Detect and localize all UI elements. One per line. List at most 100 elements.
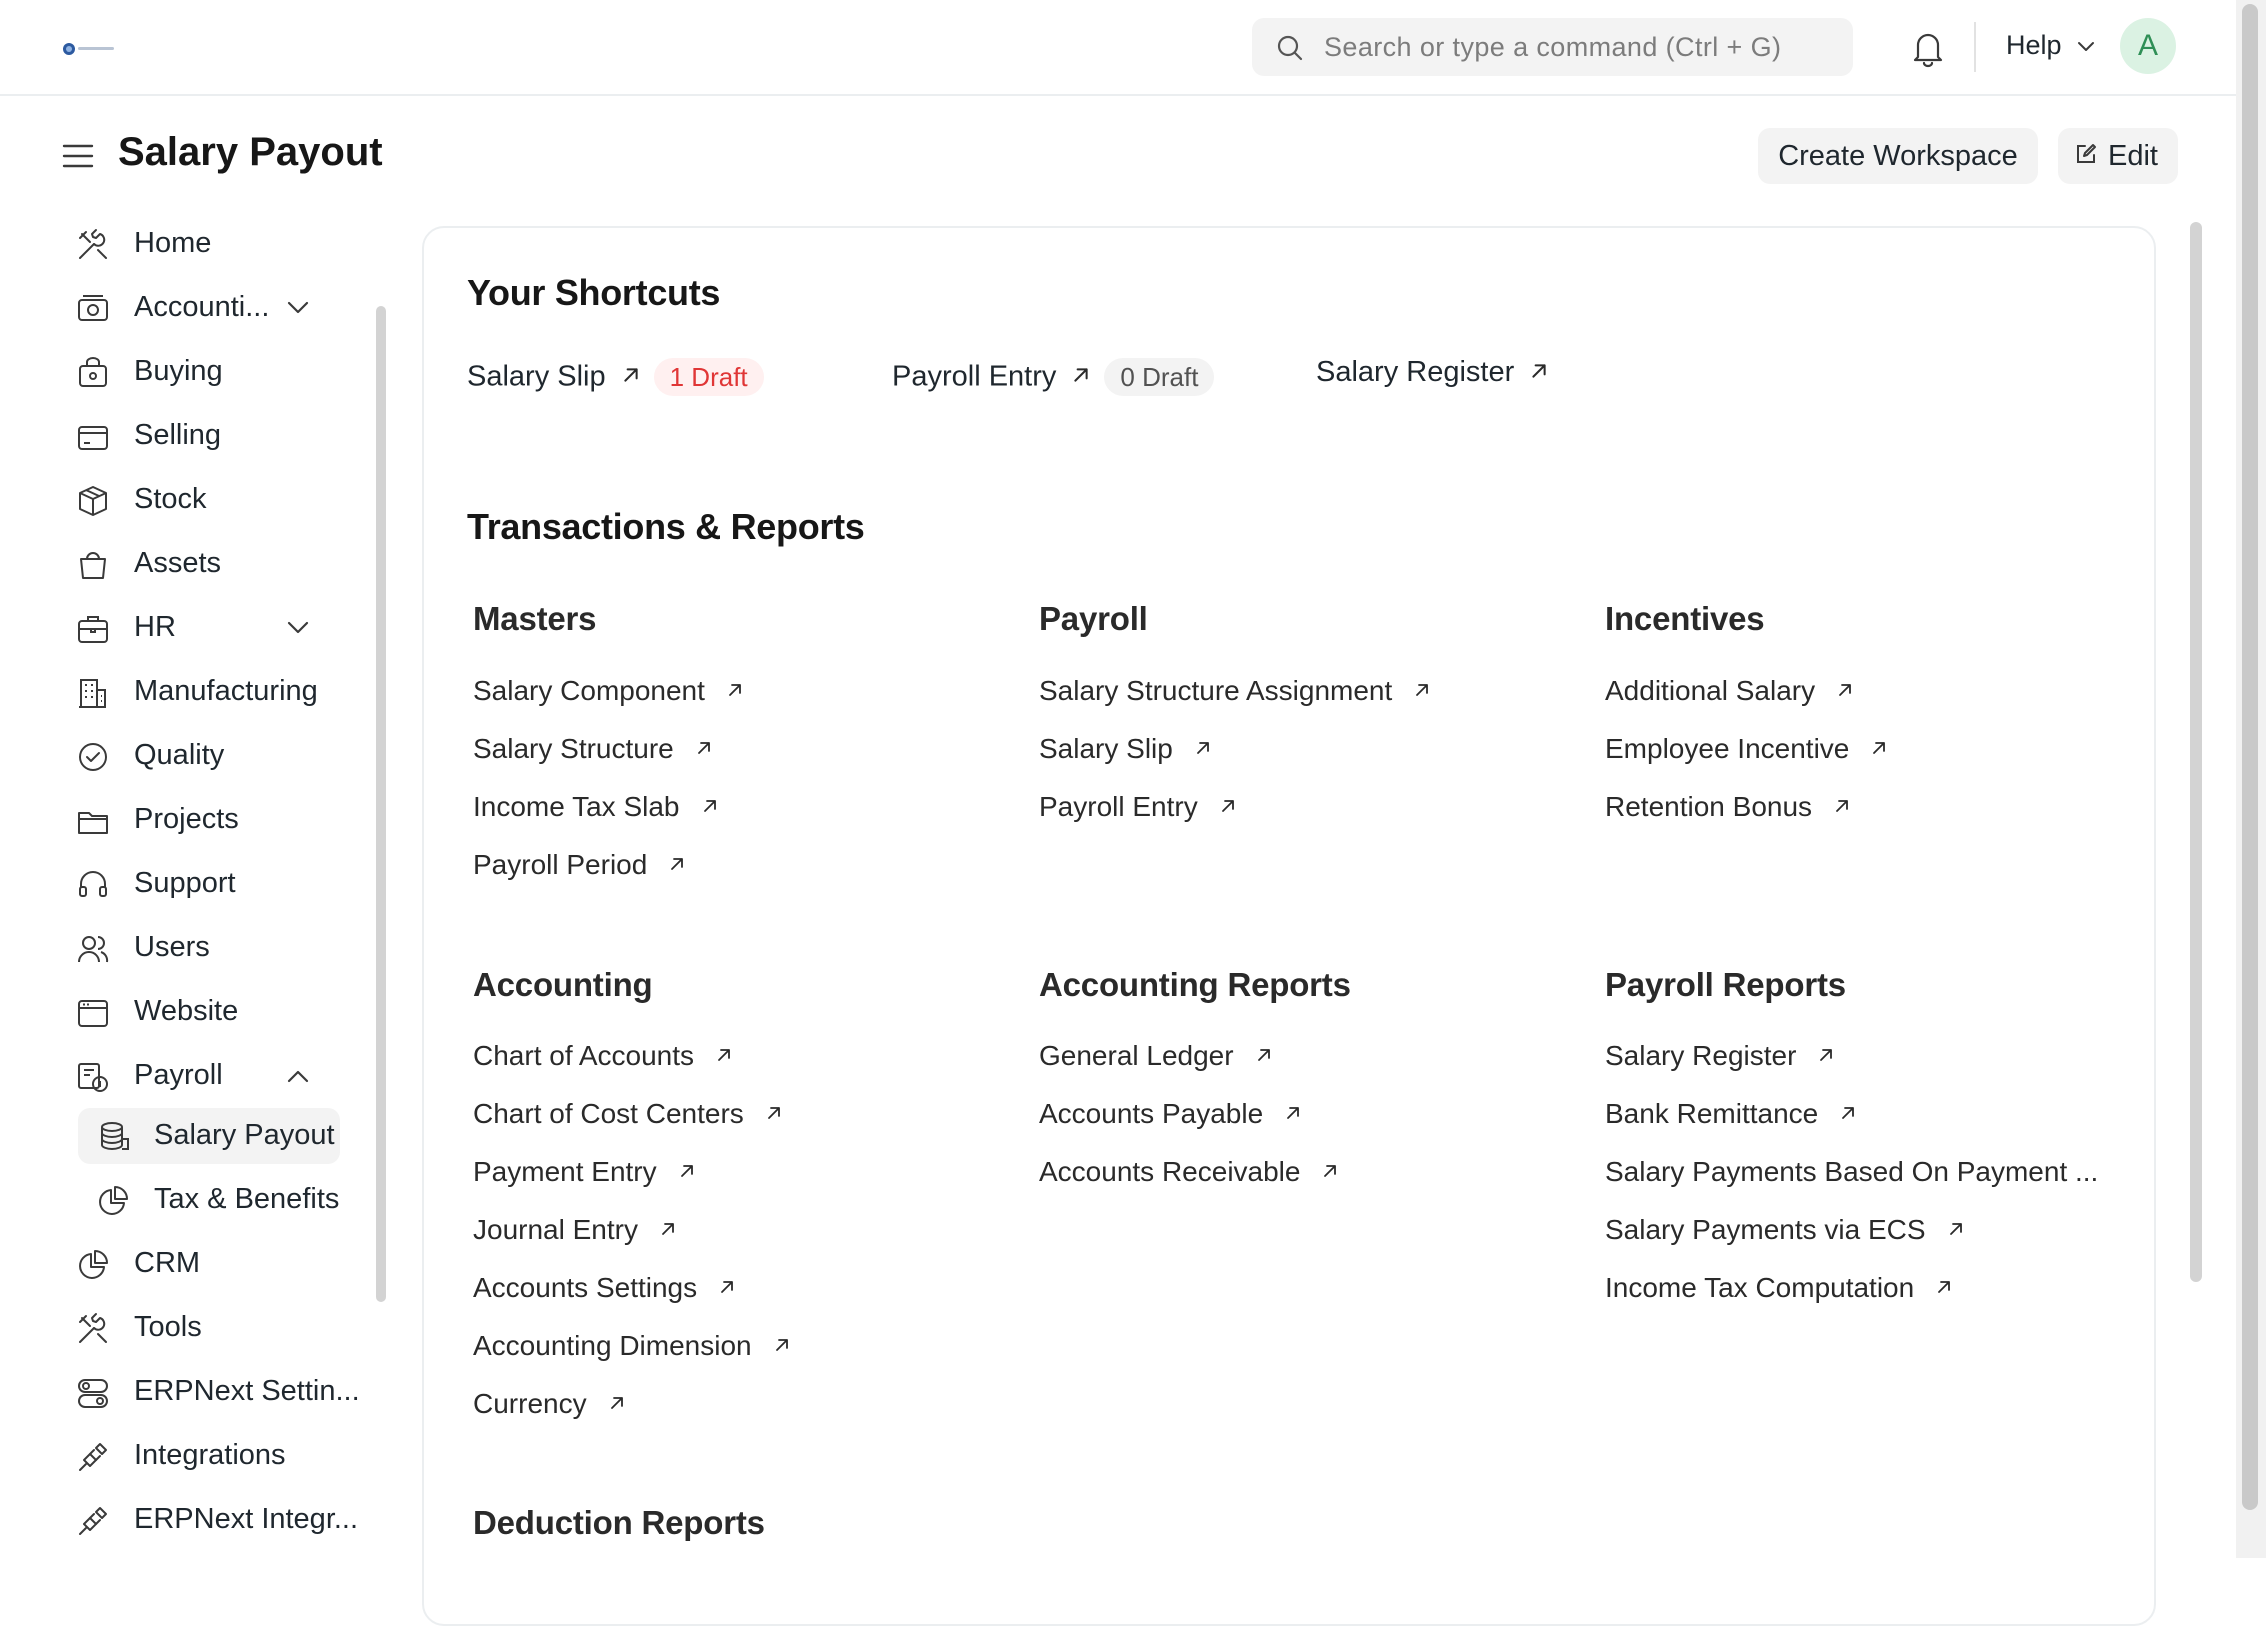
link-payment-entry[interactable]: Payment Entry — [473, 1156, 695, 1196]
arrow-up-right-icon — [719, 1279, 735, 1295]
arrow-up-right-icon — [679, 1163, 695, 1179]
crm-pie-icon — [76, 1248, 110, 1282]
link-label: Retention Bonus — [1605, 791, 1813, 822]
card-title-accounting: Accounting — [473, 966, 653, 1003]
sidebar-item-erpnext-integrations[interactable]: ERPNext Integr... — [62, 1492, 358, 1548]
link-label: Additional Salary — [1605, 675, 1816, 706]
link-label: Salary Payments via ECS — [1605, 1214, 1926, 1245]
sidebar-item-crm[interactable]: CRM — [62, 1236, 352, 1292]
create-workspace-button[interactable]: Create Workspace — [1758, 128, 2038, 184]
arrow-up-right-icon — [696, 740, 712, 756]
chevron-up-icon[interactable] — [286, 1068, 310, 1084]
link-employee-incentive[interactable]: Employee Incentive — [1605, 733, 1887, 773]
window-scrollbar-thumb[interactable] — [2242, 4, 2258, 1510]
sidebar-item-users[interactable]: Users — [62, 920, 352, 976]
notification-bell-icon[interactable] — [1910, 28, 1946, 68]
link-chart-of-accounts[interactable]: Chart of Accounts — [473, 1040, 732, 1080]
link-label: Employee Incentive — [1605, 733, 1850, 764]
app-logo[interactable] — [62, 40, 116, 58]
sidebar-item-erpnext-settings[interactable]: ERPNext Settin... — [62, 1364, 360, 1420]
link-retention-bonus[interactable]: Retention Bonus — [1605, 791, 1850, 831]
link-label: General Ledger — [1039, 1040, 1234, 1071]
chevron-down-icon[interactable] — [286, 300, 310, 316]
link-salary-payments-based-on-payment-mode[interactable]: Salary Payments Based On Payment ... — [1605, 1156, 2098, 1196]
sidebar-item-label: ERPNext Settin... — [134, 1375, 360, 1407]
sidebar-item-accounting[interactable]: Accounti... — [62, 280, 352, 336]
sidebar-toggle-icon[interactable] — [62, 140, 94, 172]
sidebar-item-label: Website — [134, 995, 239, 1027]
money-icon — [76, 292, 110, 326]
user-avatar[interactable]: A — [2120, 18, 2176, 74]
transactions-reports-heading: Transactions & Reports — [467, 506, 865, 547]
sidebar-item-home[interactable]: Home — [62, 216, 352, 272]
box-icon — [76, 484, 110, 518]
link-label: Salary Structure — [473, 733, 674, 764]
link-label: Salary Register — [1605, 1040, 1797, 1071]
link-bank-remittance[interactable]: Bank Remittance — [1605, 1098, 1856, 1138]
sidebar-item-payroll[interactable]: Payroll — [62, 1048, 352, 1104]
link-chart-of-cost-centers[interactable]: Chart of Cost Centers — [473, 1098, 782, 1138]
sidebar-item-integrations[interactable]: Integrations — [62, 1428, 352, 1484]
link-income-tax-slab[interactable]: Income Tax Slab — [473, 791, 718, 831]
shortcut-salary-register[interactable]: Salary Register — [1316, 356, 1548, 400]
sidebar-item-quality[interactable]: Quality — [62, 728, 352, 784]
shortcut-payroll-entry[interactable]: Payroll Entry 0 Draft — [892, 358, 1215, 402]
sidebar-item-label: HR — [134, 611, 176, 643]
sidebar-item-label: Stock — [134, 483, 207, 515]
arrow-up-right-icon — [622, 366, 640, 384]
chevron-down-icon[interactable] — [286, 620, 310, 636]
headset-icon — [76, 868, 110, 902]
link-general-ledger[interactable]: General Ledger — [1039, 1040, 1272, 1080]
arrow-up-right-icon — [1834, 798, 1850, 814]
arrow-up-right-icon — [1936, 1279, 1952, 1295]
sidebar-item-projects[interactable]: Projects — [62, 792, 352, 848]
arrow-up-right-icon — [1530, 362, 1548, 380]
bag-icon — [76, 356, 110, 390]
edit-label: Edit — [2108, 140, 2158, 172]
search-placeholder: Search or type a command (Ctrl + G) — [1324, 32, 1782, 62]
sidebar-item-buying[interactable]: Buying — [62, 344, 352, 400]
card-title-accounting-reports: Accounting Reports — [1039, 966, 1351, 1003]
sidebar-item-tax-benefits[interactable]: Tax & Benefits — [62, 1172, 352, 1228]
help-dropdown[interactable]: Help — [2006, 30, 2095, 61]
sidebar-scrollbar[interactable] — [376, 306, 386, 1302]
sidebar-item-label: Payroll — [134, 1059, 223, 1091]
sidebar-item-salary-payout[interactable]: Salary Payout — [78, 1108, 340, 1164]
sidebar-item-tools[interactable]: Tools — [62, 1300, 352, 1356]
sidebar-item-selling[interactable]: Selling — [62, 408, 352, 464]
card-title-incentives: Incentives — [1605, 600, 1765, 637]
search-bar[interactable]: Search or type a command (Ctrl + G) — [1252, 18, 1853, 76]
link-accounting-dimension[interactable]: Accounting Dimension — [473, 1330, 790, 1370]
sidebar-item-support[interactable]: Support — [62, 856, 352, 912]
sidebar-item-stock[interactable]: Stock — [62, 472, 352, 528]
coins-icon — [98, 1120, 132, 1154]
link-salary-register[interactable]: Salary Register — [1605, 1040, 1834, 1080]
link-currency[interactable]: Currency — [473, 1388, 625, 1428]
link-salary-component[interactable]: Salary Component — [473, 675, 743, 715]
content-scrollbar[interactable] — [2190, 222, 2202, 1282]
sidebar-item-label: ERPNext Integr... — [134, 1503, 359, 1535]
edit-button[interactable]: Edit — [2058, 128, 2178, 184]
link-salary-structure[interactable]: Salary Structure — [473, 733, 712, 773]
link-journal-entry[interactable]: Journal Entry — [473, 1214, 676, 1254]
navbar-divider — [1974, 22, 1976, 72]
briefcase-icon — [76, 612, 110, 646]
link-income-tax-computation[interactable]: Income Tax Computation — [1605, 1272, 1952, 1312]
link-additional-salary[interactable]: Additional Salary — [1605, 675, 1853, 715]
sidebar-item-hr[interactable]: HR — [62, 600, 352, 656]
sidebar-item-manufacturing[interactable]: Manufacturing — [62, 664, 352, 720]
link-payroll-entry[interactable]: Payroll Entry — [1039, 791, 1236, 831]
link-salary-payments-via-ecs[interactable]: Salary Payments via ECS — [1605, 1214, 1964, 1254]
link-label: Accounting Dimension — [473, 1330, 752, 1361]
link-accounts-receivable[interactable]: Accounts Receivable — [1039, 1156, 1338, 1196]
link-payroll-period[interactable]: Payroll Period — [473, 849, 685, 889]
building-icon — [76, 676, 110, 710]
shortcut-salary-slip[interactable]: Salary Slip 1 Draft — [467, 358, 764, 402]
sidebar-item-website[interactable]: Website — [62, 984, 352, 1040]
link-salary-slip[interactable]: Salary Slip — [1039, 733, 1211, 773]
sidebar-item-assets[interactable]: Assets — [62, 536, 352, 592]
link-accounts-settings[interactable]: Accounts Settings — [473, 1272, 735, 1312]
arrow-up-right-icon — [1285, 1105, 1301, 1121]
link-accounts-payable[interactable]: Accounts Payable — [1039, 1098, 1301, 1138]
link-salary-structure-assignment[interactable]: Salary Structure Assignment — [1039, 675, 1430, 715]
